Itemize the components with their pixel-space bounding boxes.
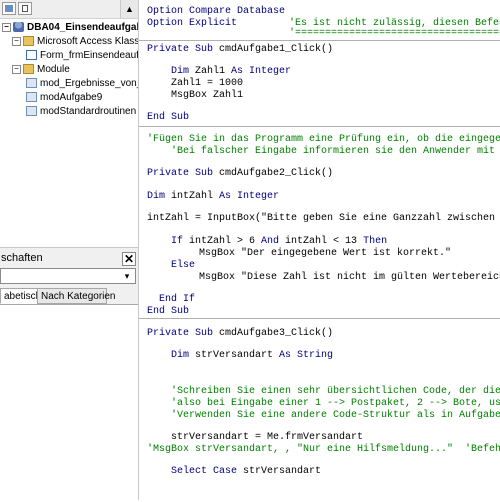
code-line: Select Case strVersandart bbox=[171, 466, 321, 478]
code-token: Option Explicit bbox=[147, 18, 238, 29]
code-token: Private Sub bbox=[147, 44, 214, 55]
code-comment: 'Fügen Sie in das Programm eine Prüfung … bbox=[147, 134, 500, 145]
module-icon bbox=[26, 106, 37, 117]
chevron-down-icon[interactable]: ▾ bbox=[120, 269, 134, 283]
code-line: Dim intZahl As Integer bbox=[147, 191, 279, 203]
tab-categories[interactable]: Nach Kategorien bbox=[37, 288, 116, 304]
form-icon bbox=[26, 50, 37, 61]
code-line: If intZahl > 6 And intZahl < 13 Then bbox=[171, 236, 387, 248]
code-token: Private Sub bbox=[147, 168, 214, 179]
properties-pane: schaften ✕ ▾ abetisch Nach Kategorien bbox=[0, 247, 138, 502]
collapse-icon[interactable]: − bbox=[12, 36, 21, 46]
module-icon bbox=[26, 78, 37, 89]
procedure-separator bbox=[139, 318, 500, 319]
tree-node-module[interactable]: modAufgabe9 bbox=[26, 91, 102, 105]
code-line: MsgBox "Diese Zahl ist nicht im gülten W… bbox=[199, 272, 500, 283]
database-icon bbox=[13, 22, 24, 33]
code-line: strVersandart = Me.frmVersandart bbox=[171, 432, 364, 443]
tree-node-class-folder[interactable]: − Microsoft Access Klassenobjekte bbox=[12, 35, 138, 49]
view-object-button[interactable] bbox=[2, 2, 16, 15]
object-select[interactable]: ▾ bbox=[0, 268, 136, 284]
code-line: Dim strVersandart As String bbox=[171, 350, 333, 362]
code-token: If bbox=[171, 236, 184, 247]
code-comment: 'also bei Eingabe einer 1 --> Postpaket,… bbox=[171, 398, 500, 409]
tree-node-form[interactable]: Form_frmEinsendeaufgabe bbox=[26, 49, 138, 63]
project-explorer-toolbar: ▲ bbox=[0, 0, 138, 19]
code-token: Select Case bbox=[171, 466, 238, 477]
code-token: cmdAufgabe1_Click() bbox=[213, 44, 334, 55]
procedure-separator bbox=[139, 40, 500, 41]
code-line: Dim Zahl1 As Integer bbox=[171, 66, 291, 78]
code-editor[interactable]: Option Compare Database Option Explicit … bbox=[139, 0, 500, 500]
code-line: Option Explicit bbox=[147, 18, 237, 30]
code-line: End If bbox=[159, 294, 196, 305]
project-tree: −DBA04_Einsendeaufgaben −Microsoft Acces… bbox=[0, 19, 138, 249]
code-comment: 'Verwenden Sie eine andere Code-Struktur… bbox=[171, 410, 500, 421]
code-token: intZahl > 6 bbox=[183, 236, 262, 247]
tree-node-module[interactable]: mod_Ergebnisse_von_ bbox=[26, 77, 138, 91]
properties-title: schaften ✕ bbox=[0, 250, 138, 266]
scroll-up-arrow[interactable]: ▲ bbox=[120, 0, 138, 18]
code-line: Else bbox=[171, 260, 196, 271]
code-token: As String bbox=[279, 350, 334, 361]
tree-node-modules-folder[interactable]: − Module bbox=[12, 63, 70, 77]
code-token: cmdAufgabe2_Click() bbox=[213, 168, 334, 179]
tree-node-module-label: modAufgabe9 bbox=[40, 92, 103, 103]
code-line: Zahl1 = 1000 bbox=[171, 78, 244, 89]
code-line: MsgBox Zahl1 bbox=[171, 90, 244, 101]
code-line: intZahl = InputBox("Bitte geben Sie eine… bbox=[147, 213, 500, 224]
code-token: Zahl1 bbox=[189, 66, 232, 77]
code-token: As Integer bbox=[231, 66, 292, 77]
code-line: End Sub bbox=[147, 112, 190, 123]
code-line: MsgBox "Der eingegebene Wert ist korrekt… bbox=[199, 248, 452, 259]
collapse-icon[interactable]: − bbox=[12, 64, 21, 74]
tree-node-module[interactable]: modStandardroutinen bbox=[26, 105, 136, 119]
folder-icon bbox=[23, 36, 34, 47]
code-token: strVersandart bbox=[237, 466, 322, 477]
code-line: Private Sub cmdAufgabe1_Click() bbox=[147, 44, 333, 56]
code-token: And bbox=[261, 236, 280, 247]
code-line: Private Sub cmdAufgabe3_Click() bbox=[147, 328, 333, 340]
code-comment: 'Bei falscher Eingabe informieren sie de… bbox=[171, 146, 500, 157]
toggle-folders-button[interactable] bbox=[18, 2, 32, 15]
tree-node-form-label: Form_frmEinsendeaufgabe bbox=[40, 50, 138, 61]
close-icon[interactable]: ✕ bbox=[122, 252, 136, 266]
tree-node-module-label: modStandardroutinen bbox=[40, 106, 137, 117]
code-token: strVersandart bbox=[189, 350, 280, 361]
code-token: cmdAufgabe3_Click() bbox=[213, 328, 334, 339]
tree-node-module-label: mod_Ergebnisse_von_ bbox=[40, 78, 138, 89]
code-token: Dim bbox=[147, 191, 166, 202]
code-line: Option Compare Database bbox=[147, 6, 286, 17]
code-token: Private Sub bbox=[147, 328, 214, 339]
tree-node-project[interactable]: − DBA04_Einsendeaufgaben bbox=[2, 21, 138, 35]
code-token: As Integer bbox=[219, 191, 280, 202]
module-icon bbox=[26, 92, 37, 103]
tree-node-project-label: DBA04_Einsendeaufgaben bbox=[27, 22, 138, 33]
code-comment: '==================================== bbox=[289, 28, 500, 39]
collapse-icon[interactable]: − bbox=[2, 22, 11, 32]
project-explorer-pane: ▲ −DBA04_Einsendeaufgaben −Microsoft Acc… bbox=[0, 0, 139, 502]
code-line: End Sub bbox=[147, 306, 190, 317]
tree-node-class-folder-label: Microsoft Access Klassenobjekte bbox=[37, 36, 138, 47]
code-comment: 'Schreiben Sie einen sehr übersichtliche… bbox=[171, 386, 500, 397]
code-token: Dim bbox=[171, 66, 190, 77]
properties-grid bbox=[0, 304, 138, 502]
folder-icon bbox=[23, 64, 34, 75]
tree-node-modules-folder-label: Module bbox=[37, 64, 70, 75]
code-token: Dim bbox=[171, 350, 190, 361]
properties-title-label: schaften bbox=[1, 252, 43, 264]
procedure-separator bbox=[139, 126, 500, 127]
code-token: intZahl bbox=[165, 191, 220, 202]
code-line: Private Sub cmdAufgabe2_Click() bbox=[147, 168, 333, 180]
tab-alphabetic[interactable]: abetisch bbox=[0, 288, 41, 304]
code-token: intZahl < 13 bbox=[279, 236, 364, 247]
code-token: Then bbox=[363, 236, 388, 247]
code-comment: 'MsgBox strVersandart, , "Nur eine Hilfs… bbox=[147, 444, 500, 455]
